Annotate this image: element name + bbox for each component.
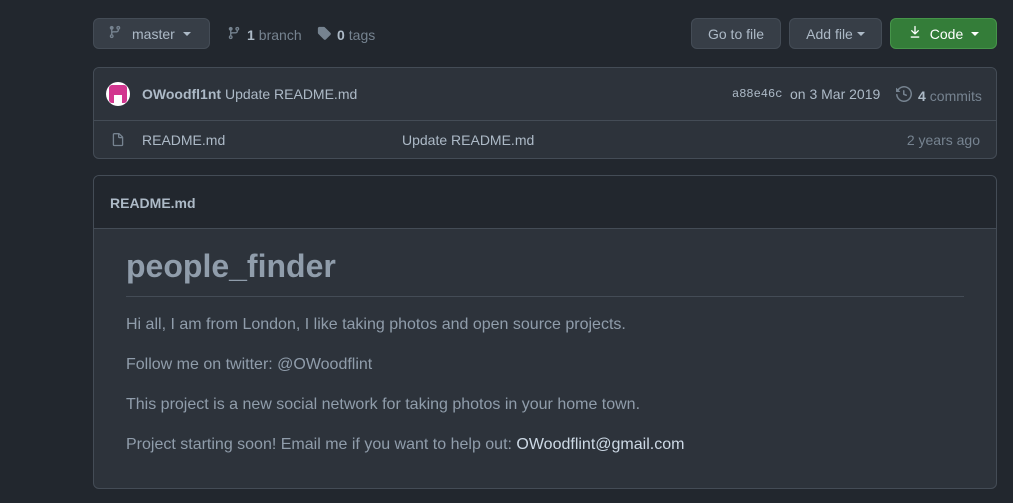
file-name[interactable]: README.md	[142, 132, 225, 148]
email-link[interactable]: OWoodflint@gmail.com	[516, 436, 684, 453]
readme-heading: people_finder	[126, 246, 964, 297]
repo-container: master 1 branch 0 tags Go to file Add fi…	[93, 0, 997, 489]
tag-count: 0	[337, 26, 345, 43]
commit-date: on 3 Mar 2019	[790, 86, 881, 102]
download-icon	[908, 24, 922, 43]
git-branch-icon	[227, 25, 241, 44]
history-icon	[896, 85, 913, 105]
readme-paragraph: Hi all, I am from London, I like taking …	[126, 316, 626, 333]
readme-header: README.md	[94, 176, 996, 229]
commit-count-label: commits	[929, 87, 982, 104]
readme-content: people_finder Hi all, I am from London, …	[126, 229, 964, 456]
list-item[interactable]: README.md Update README.md 2 years ago	[94, 121, 996, 158]
commits-link[interactable]: 4 commits	[896, 85, 982, 105]
branch-name: master	[132, 25, 175, 42]
commit-count: 4	[918, 87, 926, 104]
tags-link[interactable]: 0 tags	[317, 25, 375, 44]
file-age: 2 years ago	[906, 132, 980, 148]
tag-label: tags	[348, 26, 376, 43]
chevron-down-icon	[971, 31, 980, 36]
readme-filename[interactable]: README.md	[110, 195, 196, 211]
commit-sha[interactable]: a88e46c	[732, 87, 782, 101]
code-label: Code	[929, 25, 964, 42]
readme-paragraph-text: Project starting soon! Email me if you w…	[126, 436, 517, 453]
file-commit-message[interactable]: Update README.md	[402, 132, 534, 148]
file-list: OWoodfl1nt Update README.md a88e46c on 3…	[93, 67, 997, 159]
branches-link[interactable]: 1 branch	[227, 25, 302, 44]
readme-paragraph: Follow me on twitter: @OWoodflint	[126, 356, 373, 373]
chevron-down-icon	[856, 31, 865, 36]
readme-paragraph: This project is a new social network for…	[126, 396, 641, 413]
commit-message[interactable]: Update README.md	[225, 86, 357, 102]
readme-box: README.md people_finder Hi all, I am fro…	[93, 175, 997, 489]
git-branch-icon	[108, 24, 122, 43]
readme-paragraph: Project starting soon! Email me if you w…	[126, 433, 964, 456]
avatar[interactable]	[106, 82, 130, 106]
branch-label: branch	[258, 26, 302, 43]
code-button[interactable]: Code	[890, 18, 997, 49]
branch-count: 1	[247, 26, 255, 43]
go-to-file-button[interactable]: Go to file	[691, 18, 781, 49]
file-icon	[111, 132, 125, 151]
file-navigation: master 1 branch 0 tags Go to file Add fi…	[93, 0, 997, 67]
commit-author[interactable]: OWoodfl1nt	[142, 86, 221, 102]
branch-select-button[interactable]: master	[93, 18, 210, 49]
add-file-button[interactable]: Add file	[789, 18, 882, 49]
chevron-down-icon	[182, 31, 191, 36]
add-file-label: Add file	[806, 25, 853, 42]
latest-commit: OWoodfl1nt Update README.md a88e46c on 3…	[94, 68, 996, 121]
tag-icon	[317, 25, 331, 44]
